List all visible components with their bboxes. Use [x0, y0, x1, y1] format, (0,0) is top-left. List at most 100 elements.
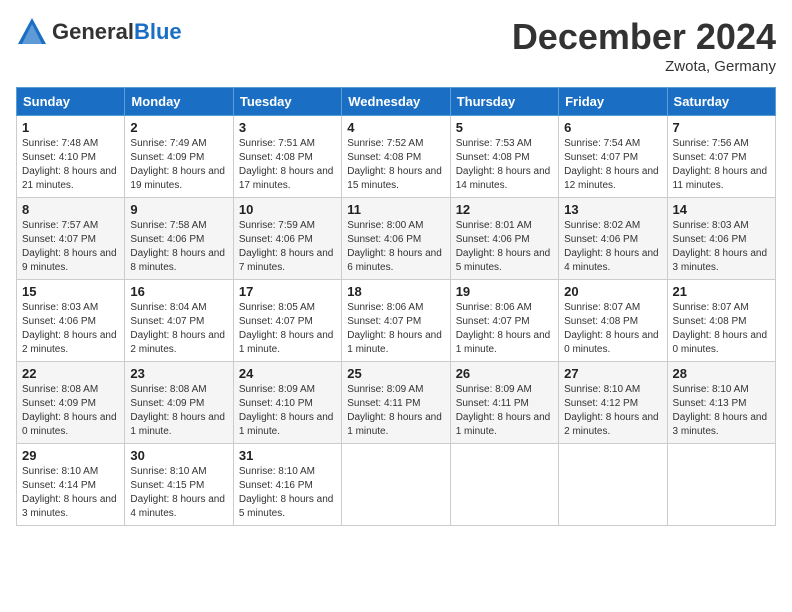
weekday-header-cell: Tuesday [233, 88, 341, 116]
calendar-day-cell: 3 Sunrise: 7:51 AM Sunset: 4:08 PM Dayli… [233, 116, 341, 198]
day-info: Sunrise: 8:09 AM Sunset: 4:11 PM Dayligh… [347, 383, 444, 439]
calendar-day-cell: 20 Sunrise: 8:07 AM Sunset: 4:08 PM Dayl… [559, 280, 667, 362]
day-info: Sunrise: 8:03 AM Sunset: 4:06 PM Dayligh… [673, 219, 770, 275]
day-number: 16 [130, 284, 227, 299]
day-info: Sunrise: 7:56 AM Sunset: 4:07 PM Dayligh… [673, 137, 770, 193]
calendar-day-cell: 24 Sunrise: 8:09 AM Sunset: 4:10 PM Dayl… [233, 362, 341, 444]
calendar-day-cell: 9 Sunrise: 7:58 AM Sunset: 4:06 PM Dayli… [125, 198, 233, 280]
day-number: 19 [456, 284, 553, 299]
calendar-day-cell: 29 Sunrise: 8:10 AM Sunset: 4:14 PM Dayl… [17, 444, 125, 526]
day-number: 21 [673, 284, 770, 299]
day-number: 26 [456, 366, 553, 381]
calendar-day-cell: 30 Sunrise: 8:10 AM Sunset: 4:15 PM Dayl… [125, 444, 233, 526]
calendar-day-cell: 2 Sunrise: 7:49 AM Sunset: 4:09 PM Dayli… [125, 116, 233, 198]
calendar-day-cell: 28 Sunrise: 8:10 AM Sunset: 4:13 PM Dayl… [667, 362, 775, 444]
day-number: 10 [239, 202, 336, 217]
calendar-week-row: 22 Sunrise: 8:08 AM Sunset: 4:09 PM Dayl… [17, 362, 776, 444]
calendar-day-cell: 18 Sunrise: 8:06 AM Sunset: 4:07 PM Dayl… [342, 280, 450, 362]
day-info: Sunrise: 8:00 AM Sunset: 4:06 PM Dayligh… [347, 219, 444, 275]
day-info: Sunrise: 7:53 AM Sunset: 4:08 PM Dayligh… [456, 137, 553, 193]
day-number: 24 [239, 366, 336, 381]
calendar-day-cell: 12 Sunrise: 8:01 AM Sunset: 4:06 PM Dayl… [450, 198, 558, 280]
day-info: Sunrise: 8:10 AM Sunset: 4:15 PM Dayligh… [130, 465, 227, 521]
day-info: Sunrise: 8:02 AM Sunset: 4:06 PM Dayligh… [564, 219, 661, 275]
day-number: 15 [22, 284, 119, 299]
day-info: Sunrise: 7:59 AM Sunset: 4:06 PM Dayligh… [239, 219, 336, 275]
day-info: Sunrise: 8:03 AM Sunset: 4:06 PM Dayligh… [22, 301, 119, 357]
weekday-header-row: SundayMondayTuesdayWednesdayThursdayFrid… [17, 88, 776, 116]
calendar-day-cell: 10 Sunrise: 7:59 AM Sunset: 4:06 PM Dayl… [233, 198, 341, 280]
calendar-day-cell: 13 Sunrise: 8:02 AM Sunset: 4:06 PM Dayl… [559, 198, 667, 280]
calendar-day-cell: 1 Sunrise: 7:48 AM Sunset: 4:10 PM Dayli… [17, 116, 125, 198]
calendar-day-cell: 8 Sunrise: 7:57 AM Sunset: 4:07 PM Dayli… [17, 198, 125, 280]
day-info: Sunrise: 7:49 AM Sunset: 4:09 PM Dayligh… [130, 137, 227, 193]
day-info: Sunrise: 8:10 AM Sunset: 4:14 PM Dayligh… [22, 465, 119, 521]
weekday-header-cell: Thursday [450, 88, 558, 116]
location: Zwota, Germany [512, 58, 776, 75]
day-number: 13 [564, 202, 661, 217]
day-number: 28 [673, 366, 770, 381]
day-number: 8 [22, 202, 119, 217]
day-info: Sunrise: 7:57 AM Sunset: 4:07 PM Dayligh… [22, 219, 119, 275]
day-info: Sunrise: 8:09 AM Sunset: 4:10 PM Dayligh… [239, 383, 336, 439]
day-number: 3 [239, 120, 336, 135]
day-number: 12 [456, 202, 553, 217]
title-area: December 2024 Zwota, Germany [512, 16, 776, 75]
day-info: Sunrise: 8:04 AM Sunset: 4:07 PM Dayligh… [130, 301, 227, 357]
calendar-week-row: 1 Sunrise: 7:48 AM Sunset: 4:10 PM Dayli… [17, 116, 776, 198]
calendar-day-cell: 14 Sunrise: 8:03 AM Sunset: 4:06 PM Dayl… [667, 198, 775, 280]
day-number: 2 [130, 120, 227, 135]
weekday-header-cell: Friday [559, 88, 667, 116]
page-header: GeneralBlue December 2024 Zwota, Germany [16, 16, 776, 75]
weekday-header-cell: Monday [125, 88, 233, 116]
calendar-day-cell: 31 Sunrise: 8:10 AM Sunset: 4:16 PM Dayl… [233, 444, 341, 526]
calendar-day-cell: 26 Sunrise: 8:09 AM Sunset: 4:11 PM Dayl… [450, 362, 558, 444]
day-info: Sunrise: 7:58 AM Sunset: 4:06 PM Dayligh… [130, 219, 227, 275]
calendar-day-cell: 17 Sunrise: 8:05 AM Sunset: 4:07 PM Dayl… [233, 280, 341, 362]
day-number: 4 [347, 120, 444, 135]
day-info: Sunrise: 8:01 AM Sunset: 4:06 PM Dayligh… [456, 219, 553, 275]
day-number: 29 [22, 448, 119, 463]
calendar-day-cell: 15 Sunrise: 8:03 AM Sunset: 4:06 PM Dayl… [17, 280, 125, 362]
day-number: 1 [22, 120, 119, 135]
day-info: Sunrise: 8:07 AM Sunset: 4:08 PM Dayligh… [673, 301, 770, 357]
day-info: Sunrise: 8:10 AM Sunset: 4:16 PM Dayligh… [239, 465, 336, 521]
calendar-day-cell: 4 Sunrise: 7:52 AM Sunset: 4:08 PM Dayli… [342, 116, 450, 198]
day-info: Sunrise: 8:08 AM Sunset: 4:09 PM Dayligh… [130, 383, 227, 439]
calendar-day-cell [667, 444, 775, 526]
day-number: 18 [347, 284, 444, 299]
day-info: Sunrise: 7:54 AM Sunset: 4:07 PM Dayligh… [564, 137, 661, 193]
month-title: December 2024 [512, 16, 776, 58]
calendar-week-row: 8 Sunrise: 7:57 AM Sunset: 4:07 PM Dayli… [17, 198, 776, 280]
day-number: 5 [456, 120, 553, 135]
calendar-day-cell: 6 Sunrise: 7:54 AM Sunset: 4:07 PM Dayli… [559, 116, 667, 198]
day-number: 7 [673, 120, 770, 135]
calendar-day-cell [450, 444, 558, 526]
weekday-header-cell: Sunday [17, 88, 125, 116]
day-number: 22 [22, 366, 119, 381]
day-info: Sunrise: 8:07 AM Sunset: 4:08 PM Dayligh… [564, 301, 661, 357]
day-number: 23 [130, 366, 227, 381]
logo-text: GeneralBlue [52, 21, 182, 43]
calendar-table: SundayMondayTuesdayWednesdayThursdayFrid… [16, 87, 776, 526]
day-info: Sunrise: 7:51 AM Sunset: 4:08 PM Dayligh… [239, 137, 336, 193]
day-info: Sunrise: 8:06 AM Sunset: 4:07 PM Dayligh… [456, 301, 553, 357]
calendar-day-cell [342, 444, 450, 526]
day-number: 9 [130, 202, 227, 217]
logo: GeneralBlue [16, 16, 182, 48]
calendar-week-row: 15 Sunrise: 8:03 AM Sunset: 4:06 PM Dayl… [17, 280, 776, 362]
calendar-day-cell: 22 Sunrise: 8:08 AM Sunset: 4:09 PM Dayl… [17, 362, 125, 444]
day-number: 20 [564, 284, 661, 299]
calendar-day-cell: 21 Sunrise: 8:07 AM Sunset: 4:08 PM Dayl… [667, 280, 775, 362]
calendar-week-row: 29 Sunrise: 8:10 AM Sunset: 4:14 PM Dayl… [17, 444, 776, 526]
day-number: 17 [239, 284, 336, 299]
calendar-day-cell: 27 Sunrise: 8:10 AM Sunset: 4:12 PM Dayl… [559, 362, 667, 444]
day-number: 11 [347, 202, 444, 217]
day-info: Sunrise: 8:06 AM Sunset: 4:07 PM Dayligh… [347, 301, 444, 357]
day-info: Sunrise: 8:10 AM Sunset: 4:13 PM Dayligh… [673, 383, 770, 439]
weekday-header-cell: Wednesday [342, 88, 450, 116]
day-number: 6 [564, 120, 661, 135]
calendar-day-cell: 11 Sunrise: 8:00 AM Sunset: 4:06 PM Dayl… [342, 198, 450, 280]
calendar-day-cell: 19 Sunrise: 8:06 AM Sunset: 4:07 PM Dayl… [450, 280, 558, 362]
day-info: Sunrise: 7:52 AM Sunset: 4:08 PM Dayligh… [347, 137, 444, 193]
